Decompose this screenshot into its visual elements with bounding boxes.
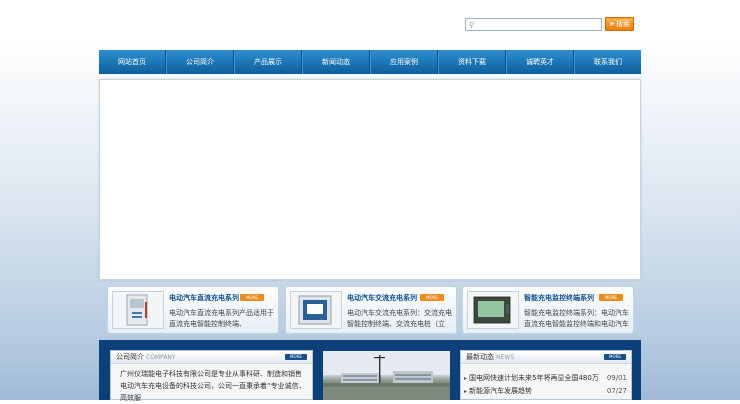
product-image-ac[interactable] [290, 291, 342, 329]
nav-item-news[interactable]: 新闻动态 [302, 50, 370, 74]
product-image-monitor[interactable] [467, 291, 519, 329]
product-title[interactable]: 电动汽车交流充电系列 [347, 293, 417, 303]
news-item-title[interactable]: 国电网快速计划未来5年将再显全国480万 [469, 374, 599, 382]
about-header: 公司简介 COMPANY MORE [111, 351, 312, 364]
nav-item-home[interactable]: 网站首页 [99, 50, 166, 74]
product-desc: 电动汽车直流充电系列产品适用于直流充电智能控制终端、 [169, 309, 274, 328]
nav-item-contact[interactable]: 联系我们 [574, 50, 641, 74]
nav-item-cases[interactable]: 应用案例 [370, 50, 438, 74]
nav-item-downloads[interactable]: 资料下载 [438, 50, 506, 74]
nav-item-products[interactable]: 产品展示 [234, 50, 302, 74]
campus-photo [323, 351, 450, 400]
product-card-monitor[interactable]: 智能充电监控终端系列 MORE 智能充电监控终端系列：电动汽车直流充电智能监控终… [462, 286, 634, 334]
search-button-label: 搜索 [615, 20, 630, 28]
main-nav: 网站首页 公司简介 产品展示 新闻动态 应用案例 资料下载 诚聘英才 联系我们 [99, 50, 641, 74]
product-title[interactable]: 电动汽车直流充电系列 [169, 293, 239, 303]
news-header: 最新动态 NEWS MORE [461, 351, 631, 364]
news-item[interactable]: ▸ 新能源汽车发展趋势 07/27 [461, 385, 631, 398]
news-panel: 最新动态 NEWS MORE ▸ 国电网快速计划未来5年将再显全国480万 09/… [460, 350, 632, 400]
more-button[interactable]: MORE [420, 294, 444, 301]
banner [99, 79, 641, 280]
news-item-date: 09/01 [606, 374, 627, 382]
product-desc: 电动汽车交流充电系列：交流充电智能控制终端、交流充电桩（立 [347, 309, 452, 328]
bullet-icon: ▸ [464, 388, 468, 395]
news-subtitle: NEWS [496, 354, 515, 361]
news-more-button[interactable]: MORE [604, 354, 626, 360]
news-title: 最新动态 [466, 353, 494, 361]
product-title[interactable]: 智能充电监控终端系列 [524, 293, 594, 303]
nav-item-about[interactable]: 公司简介 [166, 50, 234, 74]
arrow-right-icon: ➤ [609, 20, 615, 28]
search-icon: ⚲ [469, 20, 475, 29]
bullet-icon: ▸ [464, 375, 468, 382]
about-text: 广州仪瑞能电子科技有限公司是专业从事科研、制造和销售电动汽车充电设备的科技公司，… [120, 370, 306, 402]
search-input[interactable] [477, 19, 600, 30]
news-item-title[interactable]: 新能源汽车发展趋势 [469, 387, 532, 395]
search-box[interactable]: ⚲ [465, 18, 602, 31]
product-card-dc[interactable]: 电动汽车直流充电系列 MORE 电动汽车直流充电系列产品适用于直流充电智能控制终… [107, 286, 279, 334]
search-button[interactable]: ➤搜索 [605, 17, 634, 31]
product-card-ac[interactable]: 电动汽车交流充电系列 MORE 电动汽车交流充电系列：交流充电智能控制终端、交流… [285, 286, 457, 334]
news-item[interactable]: ▸ 国电网快速计划未来5年将再显全国480万 09/01 [461, 372, 631, 385]
product-desc: 智能充电监控终端系列：电动汽车直流充电智能监控终端和电动汽车 [524, 309, 629, 328]
about-panel: 公司简介 COMPANY MORE 广州仪瑞能电子科技有限公司是专业从事科研、制造… [110, 350, 313, 402]
more-button[interactable]: MORE [240, 294, 264, 301]
about-subtitle: COMPANY [146, 354, 176, 361]
nav-item-careers[interactable]: 诚聘英才 [506, 50, 574, 74]
more-button[interactable]: MORE [599, 294, 623, 301]
about-more-button[interactable]: MORE [285, 354, 307, 360]
product-image-dc[interactable] [112, 291, 164, 329]
about-title: 公司简介 [116, 353, 144, 361]
news-item-date: 07/27 [606, 387, 627, 395]
